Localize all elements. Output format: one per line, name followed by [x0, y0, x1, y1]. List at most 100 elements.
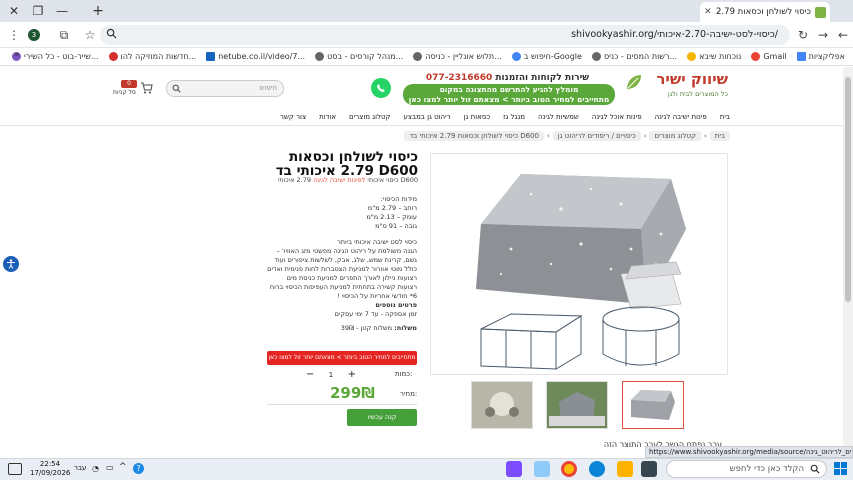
tab-close-icon[interactable]: ✕ [704, 7, 712, 17]
profile-avatar[interactable]: 3 [26, 27, 42, 43]
scrollbar-thumb[interactable] [845, 77, 851, 302]
chrome-icon[interactable] [561, 461, 577, 477]
breadcrumb-item[interactable]: כיסויים / ריפודים לריהוט גן [552, 131, 641, 141]
breadcrumb-separator: ‹ [643, 132, 647, 140]
bookmark-label: Gmail [763, 52, 787, 61]
bookmark-google-search[interactable]: חיפוש ב-Google [511, 52, 582, 61]
cart-count-badge: 0 [121, 80, 137, 88]
search-icon[interactable] [172, 84, 181, 93]
nav-item-gas-grill[interactable]: מנגל גז [503, 113, 525, 121]
network-icon[interactable]: ▭ [106, 463, 114, 472]
bookmark-payslip[interactable]: תלוש אונליין - כניסה... [413, 52, 502, 61]
more-bookmarks-icon[interactable]: » [14, 50, 20, 60]
bookmark-star-icon[interactable]: ☆ [82, 27, 98, 43]
price-match-button[interactable]: מתחייבים למחיר הטוב ביותר > מצאתם יותר ז… [267, 351, 417, 365]
menu-dots-icon[interactable]: ⋮ [6, 27, 22, 43]
shopping-cart[interactable]: 0 סל קניות [113, 80, 155, 98]
netube-icon [206, 52, 216, 61]
breadcrumb-item[interactable]: קטלוג מוצרים [649, 131, 701, 141]
product-thumbnail[interactable] [471, 381, 533, 429]
category-prefix: כיסוי איכותי [367, 176, 399, 184]
minus-icon[interactable]: − [306, 369, 314, 380]
search-icon [810, 464, 820, 474]
file-explorer-icon[interactable] [617, 461, 633, 477]
quantity-label: כמות: [395, 370, 413, 378]
category-link[interactable]: לפינות ישיבה לגינה [313, 176, 365, 184]
whatsapp-icon[interactable] [371, 78, 391, 98]
desc-line: כולל מוטי אוורור למניעת הצטברות לחות פני… [267, 265, 417, 273]
address-bar[interactable]: shivookyashir.org/כיסוי-לסט-ישיבה-2.70-א… [100, 25, 790, 45]
nav-item-about[interactable]: אודות [319, 113, 336, 121]
quantity-value[interactable]: 1 [329, 371, 333, 379]
plus-icon[interactable]: + [348, 369, 356, 380]
nav-item-garden-chairs[interactable]: כסאות גן [464, 113, 490, 121]
customer-service-line: שירות לקוחות והזמנות 077-2316660 [400, 73, 615, 83]
forward-icon[interactable]: → [815, 27, 831, 43]
nav-item-contact[interactable]: צור קשר [280, 113, 306, 121]
bookmark-shir-bot[interactable]: שייר-בוט - כל השירי... [11, 52, 99, 61]
dim-depth: עומק – 2.13 מ"מ [366, 213, 417, 221]
delivery-label: משלוח: [394, 324, 417, 332]
globe-icon [315, 52, 325, 61]
page-scrollbar[interactable] [843, 67, 853, 457]
back-icon[interactable]: ← [835, 27, 851, 43]
nav-item-seating[interactable]: פינות ישיבה לגינה [655, 113, 707, 121]
windows-start-icon[interactable] [834, 462, 848, 476]
new-tab-icon[interactable]: + [84, 0, 112, 22]
nav-item-dining[interactable]: פינות אוכל לגינה [592, 113, 642, 121]
bookmark-label: מנהל קורסים - בסט... [327, 52, 404, 61]
promo-banner[interactable]: מומלץ להגיע להתרשם מהתצוגה במקום מתחייבי… [403, 84, 615, 105]
wifi-icon[interactable]: ◔ [92, 464, 99, 473]
clock-time: 22:54 [39, 460, 61, 468]
breadcrumb-item[interactable]: בית [709, 131, 730, 141]
delivery-value: משלוח קטן - 39₪ [340, 324, 393, 332]
tab-title: כיסוי לשולחן וכסאות 2.79 איכותי [716, 7, 811, 17]
product-main-image[interactable] [430, 153, 728, 375]
breadcrumb-separator: ‹ [546, 132, 550, 140]
help-icon[interactable]: ? [133, 463, 144, 474]
nav-item-catalog[interactable]: קטלוג מוצרים [349, 113, 390, 121]
bookmark-music-news[interactable]: חדשות המוזיקה להו... [108, 52, 196, 61]
nav-item-umbrellas[interactable]: שמשיות לגינה [538, 113, 579, 121]
taskbar-search-input[interactable]: הקלד כאן כדי לחפש [666, 460, 827, 478]
bookmark-gmail[interactable]: Gmail [751, 52, 787, 61]
system-clock[interactable]: 22:54 17/09/2026 [30, 460, 70, 478]
dim-width: רוחב – 2.79 מ"מ [367, 204, 417, 212]
site-logo[interactable]: שיווק ישיר כל המוצרים לבית ולגן [624, 70, 728, 104]
bookmark-attendance[interactable]: נוכחות שיבא [687, 52, 741, 61]
dropbox-icon[interactable] [534, 461, 550, 477]
product-price: 299₪ [330, 384, 375, 402]
language-indicator[interactable]: עבר [74, 464, 86, 472]
phone-number[interactable]: 077-2316660 [426, 73, 492, 83]
edge-icon[interactable] [589, 461, 605, 477]
minimize-icon[interactable]: — [48, 0, 76, 22]
apps-grid-icon [796, 52, 806, 61]
google-icon [511, 52, 521, 61]
cart-label: סל קניות [113, 89, 136, 96]
tray-expand-icon[interactable]: ^ [119, 462, 127, 472]
browser-tab[interactable]: כיסוי לשולחן וכסאות 2.79 איכותי ✕ [700, 2, 830, 22]
bookmarks-bar: אפליקציות Gmail נוכחות שיבא רשות המסים -… [0, 48, 853, 66]
reload-icon[interactable]: ↻ [795, 27, 811, 43]
buy-now-button[interactable]: קנה עכשיו [347, 409, 417, 426]
bookmark-apps[interactable]: אפליקציות [796, 52, 845, 61]
site-search-input[interactable]: חיפוש [166, 80, 284, 97]
search-placeholder: חיפוש [259, 84, 277, 92]
bookmark-courses[interactable]: מנהל קורסים - בסט... [315, 52, 403, 61]
nav-item-home[interactable]: בית [720, 113, 730, 121]
shipping-time: זמן אספקה - עד 7 ימי עסקים [334, 310, 417, 318]
task-view-icon[interactable] [641, 461, 657, 477]
extensions-icon[interactable]: ⧉ [56, 27, 72, 43]
logo-name: שיווק ישיר [656, 70, 728, 88]
breadcrumb-current: כיסוי לשולחן וכסאות 2.79 איכותי בד D600 [404, 131, 544, 141]
accessibility-icon[interactable] [3, 256, 19, 272]
bookmark-tax[interactable]: רשות המסים - כניס... [591, 52, 677, 61]
bookmark-netube[interactable]: netube.co.il/video/7... [206, 52, 305, 61]
media-app-icon[interactable] [506, 461, 522, 477]
site-favicon-icon [815, 6, 826, 18]
notifications-icon[interactable] [8, 463, 22, 475]
product-thumbnail[interactable] [546, 381, 608, 429]
banner-line-2: מתחייבים למחיר הטוב ביותר > מצאתם זול יו… [408, 95, 610, 104]
nav-item-sale[interactable]: ריהוט גן במבצע [403, 113, 450, 121]
product-thumbnail[interactable] [622, 381, 684, 429]
